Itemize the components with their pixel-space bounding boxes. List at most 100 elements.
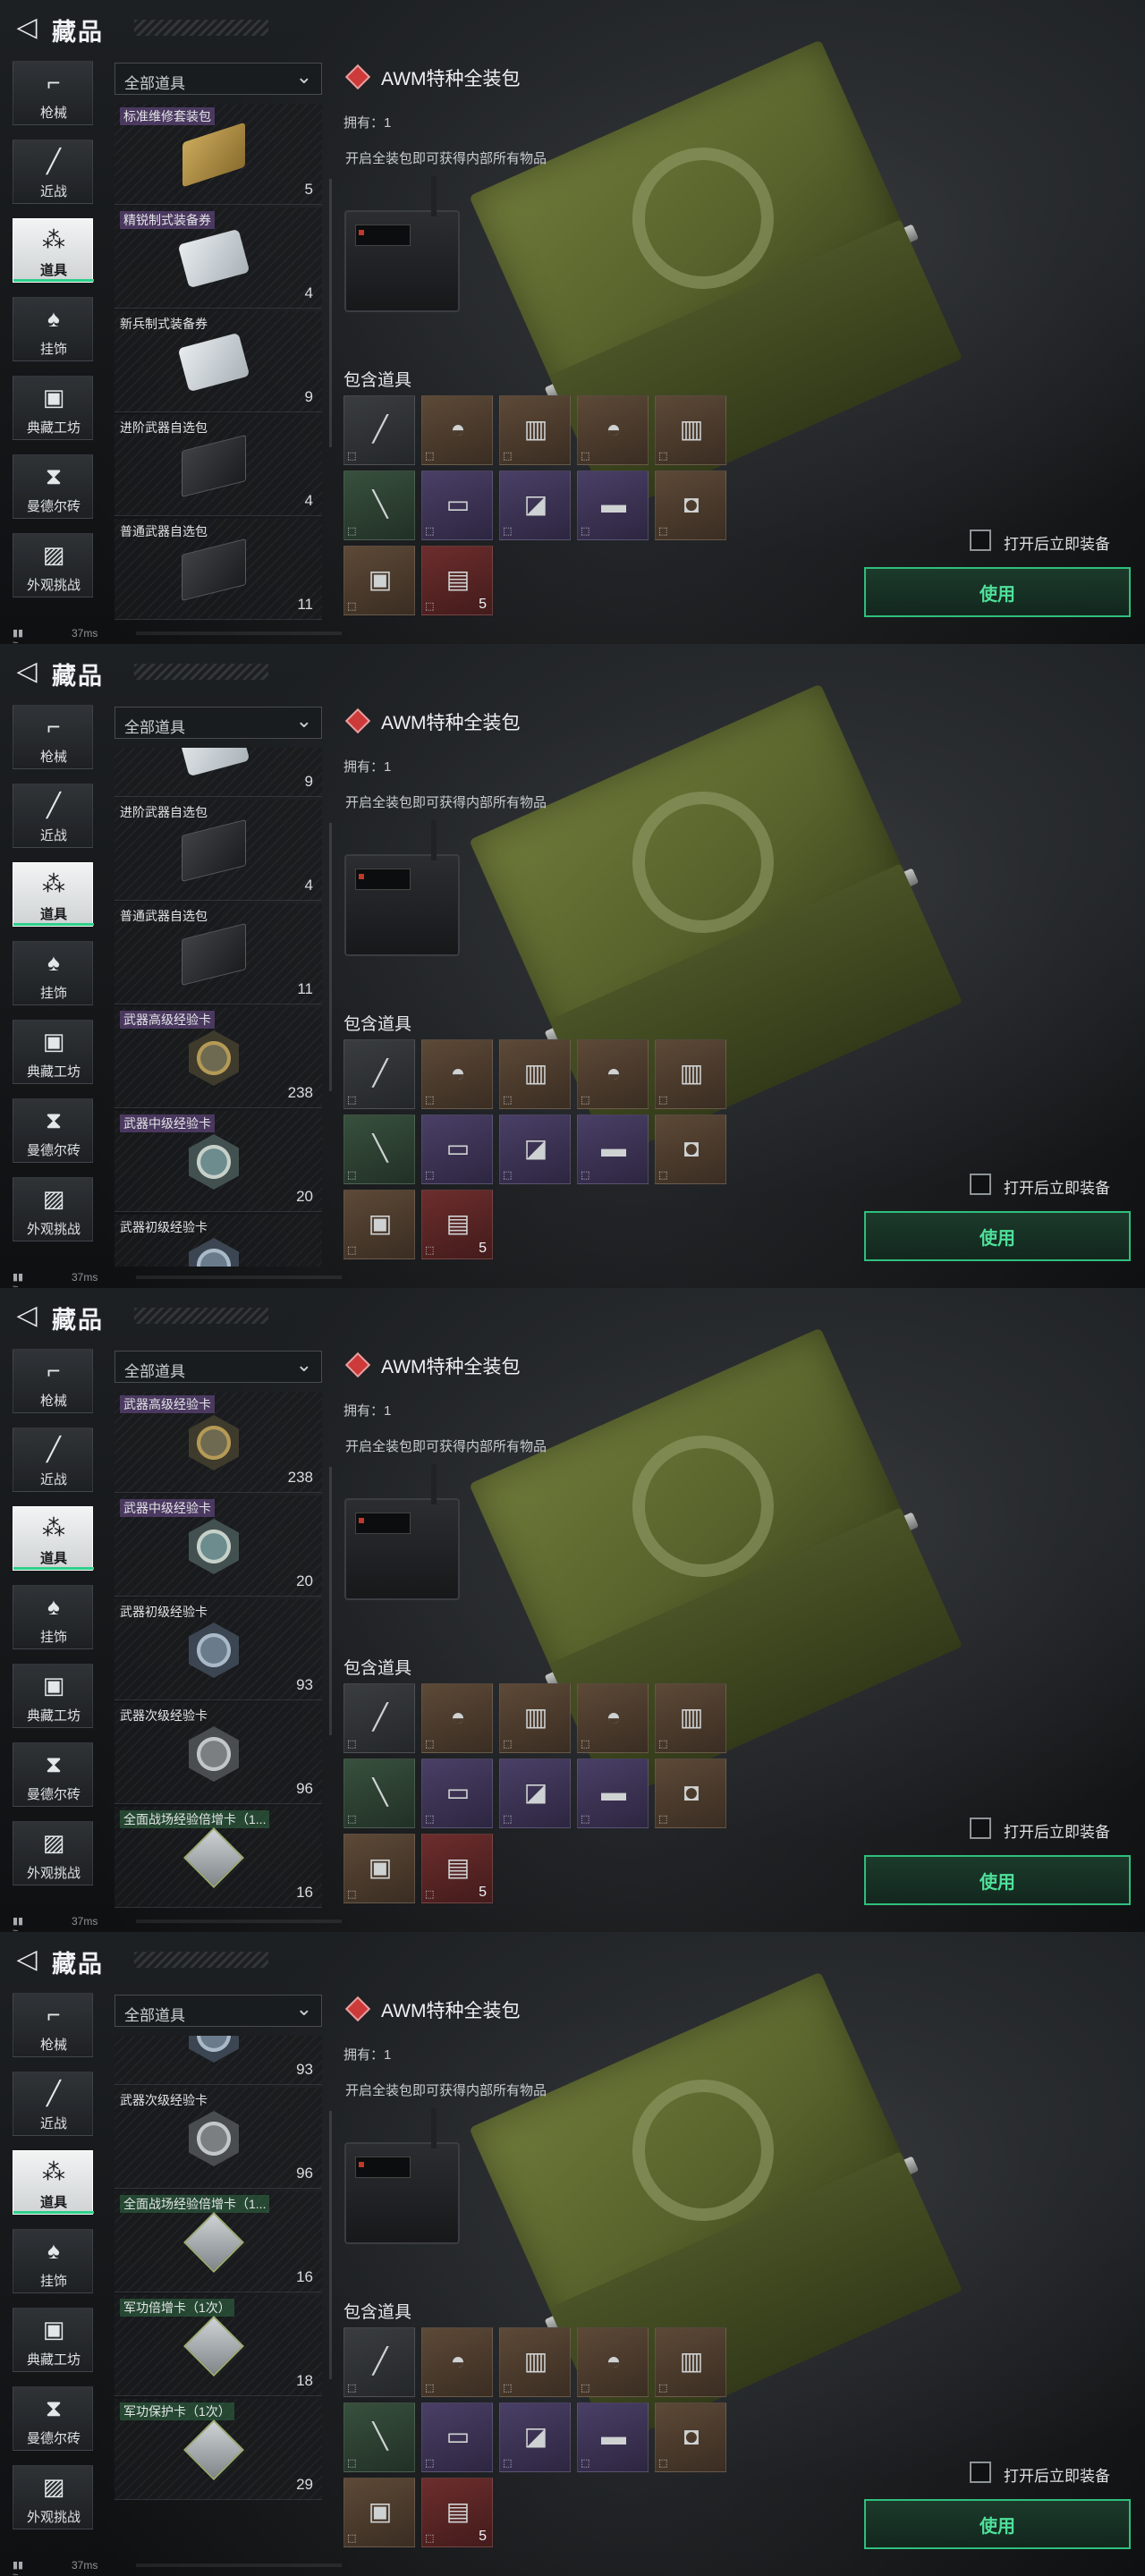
content-item-slot[interactable]: ▭ ⬚ xyxy=(421,2402,493,2472)
sidebar-item-mandel-brick[interactable]: ⧗ 曼德尔砖 xyxy=(13,1742,93,1807)
category-filter-dropdown[interactable]: 全部道具 ⌄ xyxy=(114,1995,322,2027)
list-item[interactable]: 武器次级经验卡 96 xyxy=(114,2088,322,2189)
sidebar-item-items[interactable]: ⁂ 道具 xyxy=(13,218,94,283)
equip-on-open-checkbox[interactable] xyxy=(970,1818,991,1839)
back-arrow-icon[interactable]: ◁ xyxy=(9,653,45,691)
content-item-slot[interactable]: ▥ ⬚ xyxy=(655,1039,726,1109)
content-item-slot[interactable]: ▥ ⬚ xyxy=(655,2327,726,2397)
content-item-slot[interactable]: ╱ ⬚ xyxy=(344,1683,415,1753)
content-item-slot[interactable]: ▤ ⬚ 5 xyxy=(421,1190,493,1259)
sidebar-item-workshop[interactable]: ▣ 典藏工坊 xyxy=(13,1020,93,1084)
use-button[interactable]: 使用 xyxy=(864,1211,1131,1261)
list-item[interactable]: 精锐制式装备券 4 xyxy=(114,208,322,309)
content-item-slot[interactable]: ◪ ⬚ xyxy=(499,470,571,540)
content-item-slot[interactable]: ◓ ⬚ xyxy=(577,395,649,465)
content-item-slot[interactable]: ▬ ⬚ xyxy=(577,1758,649,1828)
sidebar-item-workshop[interactable]: ▣ 典藏工坊 xyxy=(13,376,93,440)
list-item[interactable]: 进阶武器自选包 4 xyxy=(114,415,322,516)
content-item-slot[interactable]: ▥ ⬚ xyxy=(655,395,726,465)
item-list-scrollbar[interactable] xyxy=(329,1467,332,1735)
equip-on-open-checkbox[interactable] xyxy=(970,530,991,551)
sidebar-item-workshop[interactable]: ▣ 典藏工坊 xyxy=(13,1664,93,1728)
content-item-slot[interactable]: ◪ ⬚ xyxy=(499,2402,571,2472)
content-item-slot[interactable]: ▥ ⬚ xyxy=(499,1039,571,1109)
sidebar-item-charm[interactable]: ♠ 挂饰 xyxy=(13,941,93,1005)
content-item-slot[interactable]: ╲ ⬚ xyxy=(344,2402,415,2472)
back-arrow-icon[interactable]: ◁ xyxy=(9,9,45,47)
content-item-slot[interactable]: ╲ ⬚ xyxy=(344,1114,415,1184)
item-list[interactable]: 9 进阶武器自选包 4 普通武器自选包 11 武器高级经验卡 238 武器中级经验卡 20 武器初… xyxy=(114,748,326,1267)
sidebar-item-workshop[interactable]: ▣ 典藏工坊 xyxy=(13,2308,93,2372)
use-button[interactable]: 使用 xyxy=(864,2499,1131,2549)
content-item-slot[interactable]: ◓ ⬚ xyxy=(421,395,493,465)
content-item-slot[interactable]: ▥ ⬚ xyxy=(499,1683,571,1753)
content-item-slot[interactable]: ▬ ⬚ xyxy=(577,1114,649,1184)
sidebar-item-charm[interactable]: ♠ 挂饰 xyxy=(13,297,93,361)
sidebar-item-mandel-brick[interactable]: ⧗ 曼德尔砖 xyxy=(13,454,93,519)
content-item-slot[interactable]: ▬ ⬚ xyxy=(577,2402,649,2472)
content-item-slot[interactable]: ◪ ⬚ xyxy=(499,1758,571,1828)
content-item-slot[interactable]: ▭ ⬚ xyxy=(421,1114,493,1184)
list-item[interactable]: 全面战场经验倍增卡（1... 16 xyxy=(114,2191,322,2292)
content-item-slot[interactable]: ▭ ⬚ xyxy=(421,470,493,540)
use-button[interactable]: 使用 xyxy=(864,567,1131,617)
content-item-slot[interactable]: ◘ ⬚ xyxy=(655,470,726,540)
content-item-slot[interactable]: ◘ ⬚ xyxy=(655,1114,726,1184)
content-item-slot[interactable]: ▤ ⬚ 5 xyxy=(421,546,493,615)
item-list[interactable]: 武器高级经验卡 238 武器中级经验卡 20 武器初级经验卡 93 武器次级经验卡 96 全面战… xyxy=(114,1392,326,1911)
sidebar-item-appearance-challenge[interactable]: ▨ 外观挑战 xyxy=(13,1821,93,1885)
content-item-slot[interactable]: ◓ ⬚ xyxy=(577,2327,649,2397)
content-item-slot[interactable]: ◓ ⬚ xyxy=(421,2327,493,2397)
equip-on-open-checkbox[interactable] xyxy=(970,2462,991,2483)
back-arrow-icon[interactable]: ◁ xyxy=(9,1297,45,1335)
list-item[interactable]: 9 xyxy=(114,748,322,797)
list-item[interactable]: 武器中级经验卡 20 xyxy=(114,1496,322,1597)
content-item-slot[interactable]: ▣ ⬚ xyxy=(344,1834,415,1903)
list-item[interactable]: 武器中级经验卡 20 xyxy=(114,1111,322,1212)
sidebar-item-items[interactable]: ⁂ 道具 xyxy=(13,2150,94,2215)
sidebar-item-knife[interactable]: ╱ 近战 xyxy=(13,140,93,204)
content-item-slot[interactable]: ◓ ⬚ xyxy=(577,1683,649,1753)
sidebar-item-rifle[interactable]: ⌐ 枪械 xyxy=(13,61,93,125)
sidebar-item-appearance-challenge[interactable]: ▨ 外观挑战 xyxy=(13,533,93,597)
back-arrow-icon[interactable]: ◁ xyxy=(9,1941,45,1979)
content-item-slot[interactable]: ╱ ⬚ xyxy=(344,395,415,465)
item-list[interactable]: 93 武器次级经验卡 96 全面战场经验倍增卡（1... 16 军功倍增卡（1次） 18 军功… xyxy=(114,2036,326,2555)
content-item-slot[interactable]: ▣ ⬚ xyxy=(344,2478,415,2547)
content-item-slot[interactable]: ▣ ⬚ xyxy=(344,1190,415,1259)
list-item[interactable]: 普通武器自选包 11 xyxy=(114,519,322,620)
sidebar-item-rifle[interactable]: ⌐ 枪械 xyxy=(13,705,93,769)
sidebar-item-charm[interactable]: ♠ 挂饰 xyxy=(13,1585,93,1649)
sidebar-item-items[interactable]: ⁂ 道具 xyxy=(13,862,94,927)
list-item[interactable]: 武器高级经验卡 238 xyxy=(114,1392,322,1493)
sidebar-item-appearance-challenge[interactable]: ▨ 外观挑战 xyxy=(13,1177,93,1241)
item-list[interactable]: 标准维修套装包 5 精锐制式装备券 4 新兵制式装备券 9 进阶武器自选包 4 普通武器自选包 1… xyxy=(114,104,326,623)
sidebar-item-mandel-brick[interactable]: ⧗ 曼德尔砖 xyxy=(13,2386,93,2451)
sidebar-item-rifle[interactable]: ⌐ 枪械 xyxy=(13,1993,93,2057)
sidebar-item-rifle[interactable]: ⌐ 枪械 xyxy=(13,1349,93,1413)
use-button[interactable]: 使用 xyxy=(864,1855,1131,1905)
sidebar-item-charm[interactable]: ♠ 挂饰 xyxy=(13,2229,93,2293)
content-item-slot[interactable]: ▣ ⬚ xyxy=(344,546,415,615)
category-filter-dropdown[interactable]: 全部道具 ⌄ xyxy=(114,1351,322,1383)
list-item[interactable]: 军功倍增卡（1次） 18 xyxy=(114,2295,322,2396)
list-item[interactable]: 新兵制式装备券 9 xyxy=(114,311,322,412)
content-item-slot[interactable]: ▥ ⬚ xyxy=(499,395,571,465)
list-item[interactable]: 武器高级经验卡 238 xyxy=(114,1007,322,1108)
equip-on-open-checkbox[interactable] xyxy=(970,1174,991,1195)
content-item-slot[interactable]: ▥ ⬚ xyxy=(655,1683,726,1753)
content-item-slot[interactable]: ▤ ⬚ 5 xyxy=(421,2478,493,2547)
content-item-slot[interactable]: ◓ ⬚ xyxy=(577,1039,649,1109)
item-list-scrollbar[interactable] xyxy=(329,823,332,1091)
content-item-slot[interactable]: ◘ ⬚ xyxy=(655,2402,726,2472)
category-filter-dropdown[interactable]: 全部道具 ⌄ xyxy=(114,707,322,739)
sidebar-item-mandel-brick[interactable]: ⧗ 曼德尔砖 xyxy=(13,1098,93,1163)
sidebar-item-knife[interactable]: ╱ 近战 xyxy=(13,2072,93,2136)
content-item-slot[interactable]: ◪ ⬚ xyxy=(499,1114,571,1184)
list-item[interactable]: 军功保护卡（1次） 29 xyxy=(114,2399,322,2500)
item-list-scrollbar[interactable] xyxy=(329,2111,332,2379)
list-item[interactable]: 标准维修套装包 5 xyxy=(114,104,322,205)
sidebar-item-knife[interactable]: ╱ 近战 xyxy=(13,784,93,848)
content-item-slot[interactable]: ▭ ⬚ xyxy=(421,1758,493,1828)
content-item-slot[interactable]: ╲ ⬚ xyxy=(344,1758,415,1828)
